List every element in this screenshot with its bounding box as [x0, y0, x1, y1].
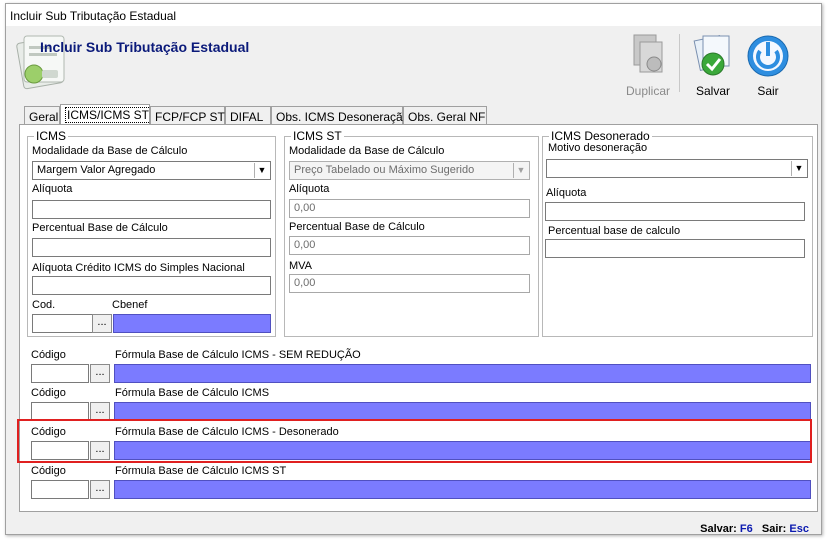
chevron-down-icon: ▼ [513, 163, 528, 178]
tab-label: Obs. ICMS Desoneração [276, 110, 410, 124]
formula-codigo-input[interactable] [31, 364, 89, 383]
codigo-label: Código [31, 465, 66, 477]
deson-aliquota-input[interactable] [545, 202, 805, 221]
icms-st-perc-base-label: Percentual Base de Cálculo [289, 221, 425, 233]
icms-desonerado-group: ICMS Desonerado Motivo desoneração ▼ Alí… [542, 129, 813, 337]
motivo-desoneracao-select[interactable]: ▼ [546, 159, 808, 178]
chevron-down-icon: ▼ [254, 163, 269, 178]
icms-aliquota-label: Alíquota [32, 183, 73, 195]
formula-codigo-input[interactable] [31, 480, 89, 499]
salvar-label: Salvar [695, 84, 730, 98]
cbenef-label: Cbenef [112, 299, 148, 311]
tab-geral[interactable]: Geral [24, 106, 60, 126]
salvar-shortcut-label: Salvar: [700, 523, 737, 535]
icms-aliquota-input[interactable] [32, 200, 271, 219]
salvar-button[interactable]: Salvar [688, 32, 738, 98]
mva-input[interactable]: 0,00 [289, 274, 530, 293]
sair-shortcut-key: Esc [789, 523, 809, 535]
mva-label: MVA [289, 260, 313, 272]
icms-st-modalidade-value: Preço Tabelado ou Máximo Sugerido [294, 164, 475, 176]
status-bar: Salvar: F6 Sair: Esc [700, 523, 809, 535]
tab-label: FCP/FCP ST [155, 110, 225, 124]
icms-perc-base-label: Percentual Base de Cálculo [32, 222, 168, 234]
save-icon [693, 35, 730, 76]
cod-label: Cod. [32, 299, 56, 311]
toolbar-separator [679, 34, 680, 92]
motivo-desoneracao-label: Motivo desoneração [548, 142, 648, 154]
power-icon [747, 35, 789, 77]
icms-aliq-credito-input[interactable] [32, 276, 271, 295]
formula-field[interactable] [114, 364, 811, 383]
icms-st-perc-base-input[interactable]: 0,00 [289, 236, 530, 255]
chevron-down-icon: ▼ [791, 161, 806, 176]
icms-modalidade-label: Modalidade da Base de Cálculo [32, 145, 188, 157]
header: Incluir Sub Tributação Estadual Duplicar… [6, 26, 821, 101]
window-title: Incluir Sub Tributação Estadual [10, 9, 177, 23]
icms-st-group-title: ICMS ST [291, 129, 344, 143]
formula-lookup-button[interactable]: ... [90, 480, 110, 499]
icms-modalidade-select[interactable]: Margem Valor Agregado ▼ [32, 161, 271, 180]
codigo-label: Código [31, 349, 66, 361]
cod-input[interactable] [32, 314, 93, 333]
formula-label: Fórmula Base de Cálculo ICMS [115, 387, 270, 399]
sair-label: Sair [757, 84, 779, 98]
icms-group-title: ICMS [34, 129, 68, 143]
icms-st-aliquota-input[interactable]: 0,00 [289, 199, 530, 218]
deson-perc-base-label: Percentual base de calculo [548, 225, 681, 237]
sair-button[interactable]: Sair [743, 32, 793, 98]
tab-obs-icms-desoneracao[interactable]: Obs. ICMS Desoneração [271, 106, 409, 126]
tab-difal[interactable]: DIFAL [225, 106, 271, 126]
icms-st-modalidade-select[interactable]: Preço Tabelado ou Máximo Sugerido ▼ [289, 161, 530, 180]
formula-lookup-button[interactable]: ... [90, 364, 110, 383]
formula-label: Fórmula Base de Cálculo ICMS ST [115, 465, 287, 477]
icms-st-aliquota-label: Alíquota [289, 183, 330, 195]
tab-label: Obs. Geral NF [408, 110, 486, 124]
tab-label: ICMS/ICMS ST [65, 107, 152, 123]
icms-modalidade-value: Margem Valor Agregado [37, 164, 156, 176]
highlight-box [17, 419, 812, 463]
deson-perc-base-input[interactable] [545, 239, 805, 258]
tab-obs-geral-nf[interactable]: Obs. Geral NF [403, 106, 487, 126]
header-title: Incluir Sub Tributação Estadual [40, 39, 250, 55]
tab-fcp-fcp-st[interactable]: FCP/FCP ST [150, 106, 225, 126]
codigo-label: Código [31, 387, 66, 399]
duplicar-label: Duplicar [625, 84, 670, 98]
tab-label: Geral [29, 110, 59, 124]
icms-desonerado-group-title: ICMS Desonerado [549, 129, 652, 143]
cbenef-field[interactable] [113, 314, 271, 333]
tab-icms-icms-st[interactable]: ICMS/ICMS ST [60, 104, 152, 126]
formula-label: Fórmula Base de Cálculo ICMS - SEM REDUÇ… [115, 349, 361, 361]
tab-label: DIFAL [230, 110, 264, 124]
title-bar: Incluir Sub Tributação Estadual [6, 4, 821, 26]
formula-field[interactable] [114, 480, 811, 499]
deson-aliquota-label: Alíquota [546, 187, 587, 199]
duplicar-button[interactable]: Duplicar [623, 32, 673, 98]
icms-group: ICMS Modalidade da Base de Cálculo Marge… [27, 129, 276, 337]
sair-shortcut-label: Sair: [761, 523, 787, 535]
salvar-shortcut-key: F6 [739, 523, 753, 535]
cod-lookup-button[interactable]: ... [92, 314, 112, 333]
duplicate-icon [633, 34, 663, 73]
icms-aliq-credito-label: Alíquota Crédito ICMS do Simples Naciona… [32, 262, 245, 274]
icms-perc-base-input[interactable] [32, 238, 271, 257]
icms-st-group: ICMS ST Modalidade da Base de Cálculo Pr… [284, 129, 539, 337]
icms-st-modalidade-label: Modalidade da Base de Cálculo [289, 145, 445, 157]
